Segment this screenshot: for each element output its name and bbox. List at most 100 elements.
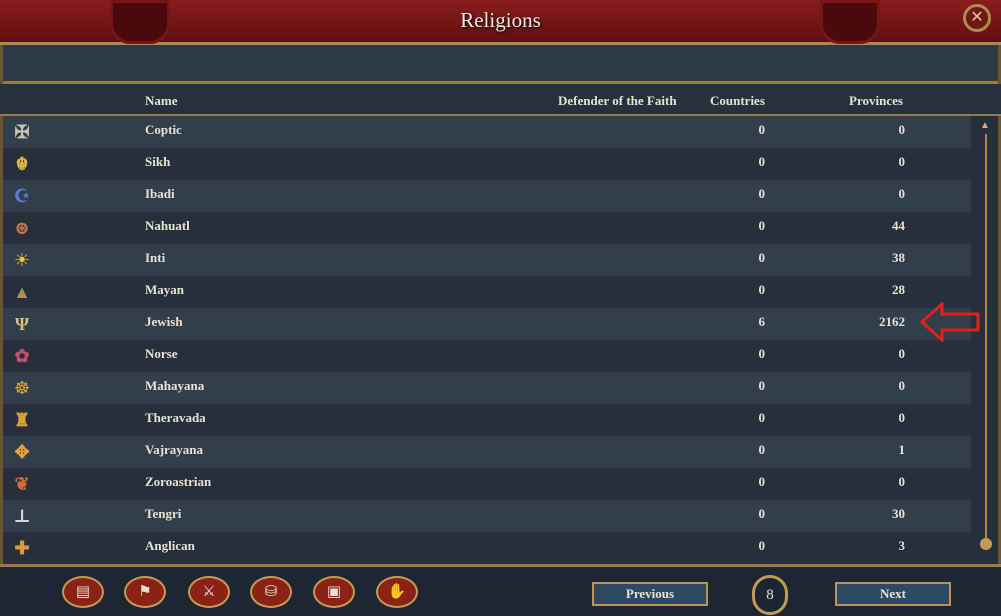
table-row[interactable]: ♜ Theravada 0 0 (3, 404, 971, 436)
countries-count: 0 (758, 474, 766, 489)
table-row[interactable]: ✠ Coptic 0 0 (3, 116, 971, 148)
scroll-track[interactable] (985, 134, 987, 538)
faravahar-icon: ❦ (14, 474, 30, 494)
tab-button-crossed-swords[interactable]: ⚔ (188, 576, 230, 608)
countries-count: 0 (758, 346, 766, 361)
previous-button[interactable]: Previous (592, 582, 708, 606)
table-row[interactable]: Ψ Jewish 6 2162 (3, 308, 971, 340)
khanda-icon: ☬ (15, 154, 29, 174)
tab-button-flag[interactable]: ⚑ (124, 576, 166, 608)
religion-name: Mahayana (145, 378, 205, 393)
countries-count: 0 (758, 506, 766, 521)
coins-icon: ⛁ (264, 584, 278, 600)
vajra-icon: ✥ (14, 442, 30, 462)
table-row[interactable]: ✥ Vajrayana 0 1 (3, 436, 971, 468)
provinces-count: 0 (898, 474, 906, 489)
religion-name: Theravada (145, 410, 206, 425)
scroll-thumb[interactable] (980, 538, 992, 550)
column-header-countries[interactable]: Countries (710, 93, 765, 109)
crossed-swords-icon: ⚔ (202, 584, 216, 600)
scroll-up-icon[interactable]: ▲ (980, 120, 990, 131)
provinces-count: 44 (892, 218, 905, 233)
norse-icon: ✿ (14, 346, 30, 366)
countries-count: 0 (758, 538, 766, 553)
countries-count: 0 (758, 154, 766, 169)
religion-name: Coptic (145, 122, 182, 137)
bottom-bar: Previous 8 Next ▤ ⚑ ⚔ ⛁ ▣ ✋ (0, 564, 1001, 616)
religion-name: Nahuatl (145, 218, 190, 233)
provinces-count: 38 (892, 250, 905, 265)
anglican-cross-icon: ✚ (14, 538, 30, 558)
column-header-name[interactable]: Name (145, 93, 178, 109)
provinces-count: 28 (892, 282, 905, 297)
provinces-count: 0 (898, 410, 906, 425)
table-row[interactable]: ❦ Zoroastrian 0 0 (3, 468, 971, 500)
countries-count: 0 (758, 378, 766, 393)
provinces-count: 0 (898, 346, 906, 361)
religion-name: Tengri (145, 506, 182, 521)
religion-name: Inti (145, 250, 166, 265)
scroll-icon: ▤ (75, 584, 91, 600)
table-row[interactable]: ▲ Mayan 0 28 (3, 276, 971, 308)
religion-name: Jewish (145, 314, 183, 329)
religion-name: Zoroastrian (145, 474, 212, 489)
table-row[interactable]: ☀ Inti 0 38 (3, 244, 971, 276)
religion-name: Norse (145, 346, 178, 361)
countries-count: 0 (758, 122, 766, 137)
countries-count: 0 (758, 282, 766, 297)
menorah-icon: Ψ (14, 314, 30, 334)
religion-name: Sikh (145, 154, 171, 169)
column-header-defender[interactable]: Defender of the Faith (558, 93, 677, 109)
scrollbar[interactable]: ▲ (980, 120, 992, 552)
provinces-count: 2162 (879, 314, 905, 329)
trade-goods-icon: ▣ (326, 584, 342, 600)
coptic-cross-icon: ✠ (14, 122, 30, 142)
tab-button-trade-goods[interactable]: ▣ (313, 576, 355, 608)
sun-icon: ☀ (13, 250, 31, 270)
religion-name: Vajrayana (145, 442, 204, 457)
table-row[interactable]: ☪ Ibadi 0 0 (3, 180, 971, 212)
table-header: Name Defender of the Faith Countries Pro… (0, 84, 1001, 116)
flag-icon: ⚑ (138, 584, 152, 600)
tengri-icon: ⊥ (13, 506, 31, 526)
close-icon: ✕ (970, 9, 984, 26)
table-row[interactable]: ☬ Sikh 0 0 (3, 148, 971, 180)
tab-button-scroll[interactable]: ▤ (62, 576, 104, 608)
religion-list: ✠ Coptic 0 0 ☬ Sikh 0 0 ☪ Ibadi 0 0 ⊛ Nahuatl 0 44 ☀ Inti… (3, 116, 971, 564)
countries-count: 6 (758, 314, 766, 329)
pyramid-icon: ▲ (13, 282, 31, 302)
handshake-icon: ✋ (387, 584, 407, 600)
window-title: Religions (460, 8, 541, 32)
dharma-wheel-icon: ☸ (13, 378, 31, 398)
close-button[interactable]: ✕ (963, 4, 991, 32)
provinces-count: 3 (898, 538, 906, 553)
provinces-count: 0 (898, 186, 906, 201)
title-bar: Religions ✕ (0, 0, 1001, 45)
annotation-arrow-icon (920, 302, 980, 342)
crescent-icon: ☪ (13, 186, 31, 206)
tab-button-handshake[interactable]: ✋ (376, 576, 418, 608)
provinces-count: 0 (898, 378, 906, 393)
provinces-count: 0 (898, 122, 906, 137)
table-row[interactable]: ⊥ Tengri 0 30 (3, 500, 971, 532)
table-row[interactable]: ☸ Mahayana 0 0 (3, 372, 971, 404)
provinces-count: 1 (898, 442, 906, 457)
table-row[interactable]: ✿ Norse 0 0 (3, 340, 971, 372)
countries-count: 0 (758, 218, 766, 233)
countries-count: 0 (758, 186, 766, 201)
provinces-count: 30 (892, 506, 905, 521)
table-row[interactable]: ⊛ Nahuatl 0 44 (3, 212, 971, 244)
religion-name: Mayan (145, 282, 184, 297)
page-number: 8 (752, 575, 788, 615)
tab-button-coins[interactable]: ⛁ (250, 576, 292, 608)
religion-name: Anglican (145, 538, 195, 553)
religion-name: Ibadi (145, 186, 175, 201)
buddha-statue-icon: ♜ (13, 410, 31, 430)
top-band (3, 45, 998, 84)
provinces-count: 0 (898, 154, 906, 169)
countries-count: 0 (758, 250, 766, 265)
column-header-provinces[interactable]: Provinces (849, 93, 903, 109)
aztec-sun-stone-icon: ⊛ (14, 218, 30, 238)
table-row[interactable]: ✚ Anglican 0 3 (3, 532, 971, 564)
next-button[interactable]: Next (835, 582, 951, 606)
